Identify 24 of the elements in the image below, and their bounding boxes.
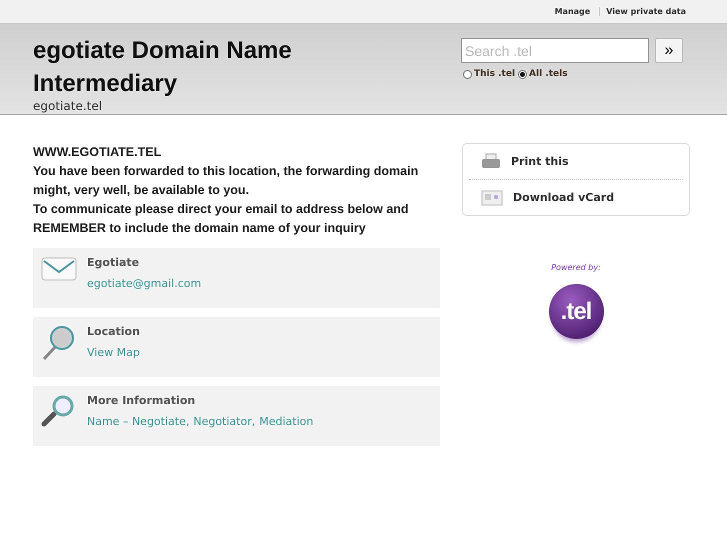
site-heading: WWW.EGOTIATE.TEL [33,144,162,161]
action-link[interactable]: Print this [469,144,683,179]
action-link[interactable]: Download vCard [469,179,683,215]
search-field[interactable]: Search .tel [461,38,649,63]
radio-label: All .tels [529,69,568,79]
radio-button[interactable] [463,70,472,78]
powered-by-label: Powered by: [551,263,601,272]
pin-icon [41,325,77,361]
intro-text: To communicate please direct your email to address below and REMEMBER to include the domain name of your inquiry [33,201,410,237]
printer-icon [481,152,501,170]
card-title: Location [87,325,140,338]
page-subtitle: egotiate.tel [33,100,104,112]
radio-label: This .tel [474,69,516,79]
card-icon [481,190,503,206]
tel-logo[interactable]: .tel [548,284,604,339]
intro-text: You have been forwarded to this location, the forwarding domain might, very well, be available to you. [33,163,420,199]
radio-button[interactable] [518,70,528,78]
card-title: Egotiate [87,256,140,269]
card-title: More Information [87,394,196,407]
search-button[interactable]: » [655,38,683,63]
page-title: egotiate Domain Name Intermediary [33,36,293,99]
envelope-icon [41,256,77,282]
top-link[interactable]: View private data [599,7,689,16]
top-link[interactable]: Manage [552,7,594,16]
